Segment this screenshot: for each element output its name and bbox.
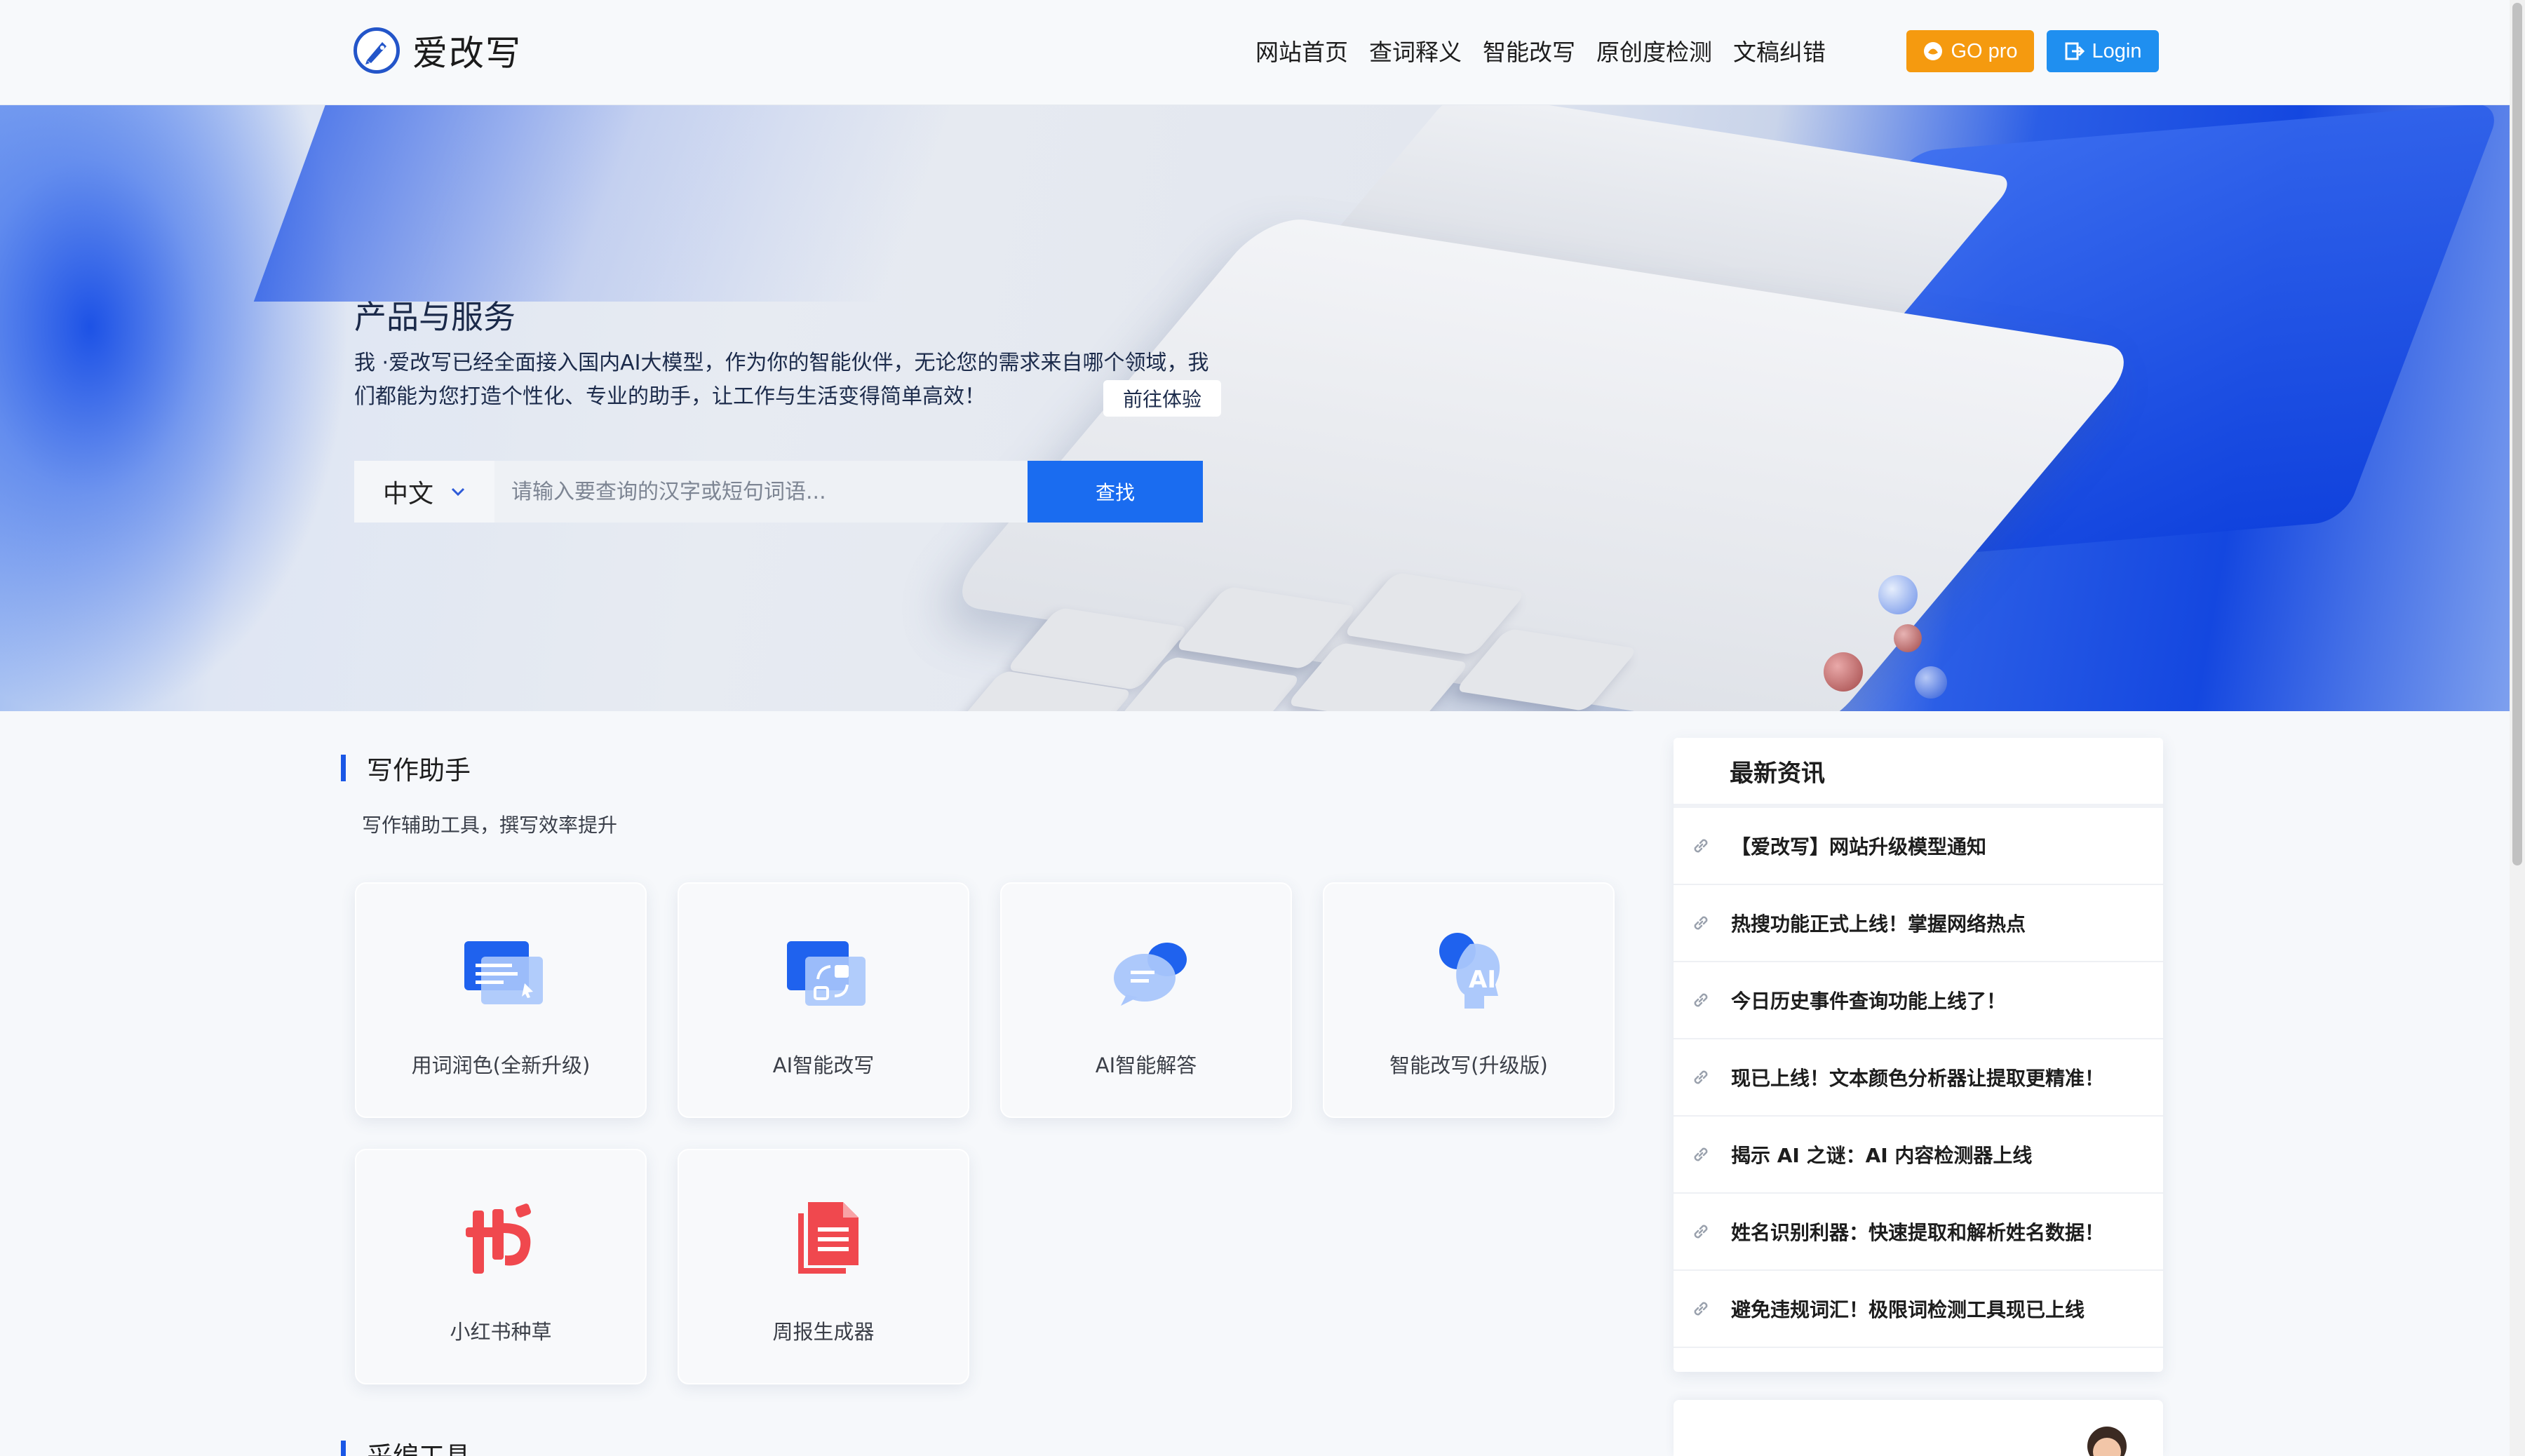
tool-card-weekly-report[interactable]: 周报生成器 xyxy=(678,1149,969,1384)
language-select[interactable]: 中文 xyxy=(354,461,494,523)
hero-description: 我 ·爱改写已经全面接入国内AI大模型，作为你的智能伙伴，无论您的需求来自哪个领… xyxy=(354,351,1209,409)
tool-card-label: 用词润色(全新升级) xyxy=(411,1053,591,1077)
link-icon xyxy=(1690,1067,1714,1088)
news-item[interactable]: 热搜功能正式上线！掌握网络热点 xyxy=(1674,885,2163,962)
hero-title: 产品与服务 xyxy=(354,298,516,336)
rewrite-icon xyxy=(783,929,870,1016)
link-icon xyxy=(1690,912,1714,933)
tool-card-polish[interactable]: 用词润色(全新升级) xyxy=(355,882,647,1118)
document-edit-icon xyxy=(460,929,547,1016)
section-subtitle: 写作辅助工具，撰写效率提升 xyxy=(362,814,618,837)
tool-card-smart-rewrite-pro[interactable]: AI 智能改写(升级版) xyxy=(1323,882,1615,1118)
tool-card-label: AI智能解答 xyxy=(1095,1053,1197,1077)
pro-badge-icon xyxy=(1923,41,1944,62)
login-icon xyxy=(2064,41,2085,62)
logo-pen-icon xyxy=(354,27,400,74)
chevron-down-icon xyxy=(450,487,466,497)
news-item-text: 今日历史事件查询功能上线了！ xyxy=(1731,990,2007,1013)
section-accent-bar xyxy=(341,755,346,781)
editing-tools-section-header: 采编工具 xyxy=(341,1435,471,1456)
login-button[interactable]: Login xyxy=(2047,30,2159,72)
language-value: 中文 xyxy=(382,480,433,508)
hero-decoration xyxy=(1894,624,1922,652)
nav-item-home[interactable]: 网站首页 xyxy=(1255,34,1348,67)
scrollbar-thumb[interactable] xyxy=(2512,3,2522,865)
nav-item-smart-rewrite[interactable]: 智能改写 xyxy=(1483,34,1575,67)
top-header: 爱改写 网站首页 查词释义 智能改写 原创度检测 文稿纠错 GO pro Log… xyxy=(0,0,2510,105)
go-pro-label: GO pro xyxy=(1951,39,2018,62)
hero-decoration xyxy=(1915,666,1947,699)
search-button[interactable]: 查找 xyxy=(1028,461,1203,523)
news-item-text: 避免违规词汇！极限词检测工具现已上线 xyxy=(1731,1298,2085,1321)
news-item[interactable]: 现已上线！文本颜色分析器让提取更精准！ xyxy=(1674,1039,2163,1117)
news-item[interactable]: 今日历史事件查询功能上线了！ xyxy=(1674,962,2163,1039)
login-label: Login xyxy=(2092,39,2142,62)
tool-card-xiaohongshu[interactable]: 小红书种草 xyxy=(355,1149,647,1384)
link-icon xyxy=(1690,1144,1714,1165)
news-item-text: 【爱改写】网站升级模型通知 xyxy=(1731,835,1987,858)
hero-banner: 产品与服务 我 ·爱改写已经全面接入国内AI大模型，作为你的智能伙伴，无论您的需… xyxy=(0,105,2510,711)
site-logo[interactable]: 爱改写 xyxy=(354,25,522,76)
news-title: 最新资讯 xyxy=(1674,738,2163,808)
report-icon xyxy=(783,1195,870,1282)
nav-item-proofread[interactable]: 文稿纠错 xyxy=(1733,34,1826,67)
nav-item-dictionary[interactable]: 查词释义 xyxy=(1369,34,1462,67)
news-item[interactable]: 避免违规词汇！极限词检测工具现已上线 xyxy=(1674,1271,2163,1348)
tool-card-label: 智能改写(升级版) xyxy=(1389,1053,1548,1077)
section-title: 采编工具 xyxy=(367,1435,471,1456)
news-item-text: 热搜功能正式上线！掌握网络热点 xyxy=(1731,912,2026,936)
hero-decoration xyxy=(1878,575,1918,614)
chat-bubble-icon xyxy=(1105,929,1192,1016)
news-item[interactable]: 姓名识别利器：快速提取和解析姓名数据！ xyxy=(1674,1194,2163,1271)
tool-card-label: AI智能改写 xyxy=(772,1053,875,1077)
promo-card[interactable] xyxy=(1674,1400,2163,1456)
news-item[interactable]: 揭示 AI 之谜：AI 内容检测器上线 xyxy=(1674,1117,2163,1194)
tool-card-ai-rewrite[interactable]: AI智能改写 xyxy=(678,882,969,1118)
search-bar: 中文 查找 xyxy=(354,461,1203,523)
main-nav: 网站首页 查词释义 智能改写 原创度检测 文稿纠错 xyxy=(1255,34,1847,67)
link-icon xyxy=(1690,835,1714,856)
latest-news-panel: 最新资讯 【爱改写】网站升级模型通知 热搜功能正式上线！掌握网络热点 今日历史事… xyxy=(1674,738,2163,1372)
logo-text: 爱改写 xyxy=(412,33,522,74)
hero-decoration xyxy=(253,105,967,302)
svg-text:AI: AI xyxy=(1469,966,1496,994)
news-item-text: 现已上线！文本颜色分析器让提取更精准！ xyxy=(1731,1067,2105,1090)
section-accent-bar xyxy=(341,1441,346,1456)
news-item[interactable]: 【爱改写】网站升级模型通知 xyxy=(1674,808,2163,885)
tool-card-ai-answer[interactable]: AI智能解答 xyxy=(1000,882,1292,1118)
news-item-text: 揭示 AI 之谜：AI 内容检测器上线 xyxy=(1731,1144,2033,1167)
link-icon xyxy=(1690,1221,1714,1242)
nav-item-originality-check[interactable]: 原创度检测 xyxy=(1596,34,1712,67)
xiaohongshu-icon xyxy=(460,1195,547,1282)
go-pro-button[interactable]: GO pro xyxy=(1906,30,2034,72)
news-item-text: 姓名识别利器：快速提取和解析姓名数据！ xyxy=(1731,1221,2105,1244)
writing-section-header: 写作助手 xyxy=(341,749,471,787)
link-icon xyxy=(1690,1298,1714,1319)
link-icon xyxy=(1690,990,1714,1011)
try-now-button[interactable]: 前往体验 xyxy=(1103,380,1221,417)
tool-card-label: 周报生成器 xyxy=(772,1320,875,1344)
section-title: 写作助手 xyxy=(367,755,471,786)
tool-card-label: 小红书种草 xyxy=(450,1320,552,1344)
hero-decoration xyxy=(1824,652,1863,692)
ai-head-icon: AI xyxy=(1428,929,1515,1016)
search-input[interactable] xyxy=(494,461,1028,523)
